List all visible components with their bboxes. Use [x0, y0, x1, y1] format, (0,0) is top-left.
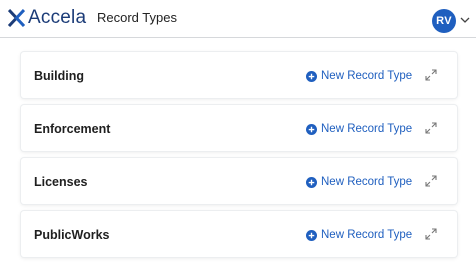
new-record-type-label: New Record Type	[321, 229, 413, 241]
new-record-type-label: New Record Type	[321, 70, 413, 82]
app-window: Accela Record Types RV Building New Reco…	[0, 0, 476, 265]
record-type-row: Licenses New Record Type	[21, 158, 457, 204]
expand-arrows-icon[interactable]	[425, 69, 437, 81]
chevron-down-icon[interactable]	[459, 14, 471, 26]
new-record-type-label: New Record Type	[321, 176, 413, 188]
new-record-type-button[interactable]: New Record Type	[306, 122, 412, 136]
new-record-type-button[interactable]: New Record Type	[306, 228, 412, 242]
record-type-list: Building New Record Type Enforcement New…	[21, 52, 457, 264]
expand-arrows-icon[interactable]	[425, 228, 437, 240]
expand-arrows-icon[interactable]	[425, 122, 437, 134]
page-title: Record Types	[97, 10, 177, 25]
record-type-label: Building	[34, 69, 84, 83]
record-type-label: PublicWorks	[34, 228, 110, 242]
plus-circle-icon	[306, 123, 317, 135]
expand-arrows-icon[interactable]	[425, 175, 437, 187]
plus-circle-icon	[306, 70, 317, 82]
user-avatar[interactable]: RV	[432, 9, 456, 33]
record-type-row: Enforcement New Record Type	[21, 105, 457, 151]
top-header: Accela Record Types RV	[0, 0, 476, 38]
record-type-label: Enforcement	[34, 122, 111, 136]
record-type-row: Building New Record Type	[21, 52, 457, 98]
new-record-type-button[interactable]: New Record Type	[306, 175, 412, 189]
accela-logo-icon	[8, 9, 25, 27]
logo-text: Accela	[28, 7, 87, 28]
plus-circle-icon	[306, 229, 317, 241]
record-type-label: Licenses	[34, 175, 88, 189]
record-type-row: PublicWorks New Record Type	[21, 211, 457, 257]
new-record-type-button[interactable]: New Record Type	[306, 69, 412, 83]
accela-logo[interactable]: Accela	[8, 7, 86, 29]
new-record-type-label: New Record Type	[321, 123, 413, 135]
plus-circle-icon	[306, 176, 317, 188]
